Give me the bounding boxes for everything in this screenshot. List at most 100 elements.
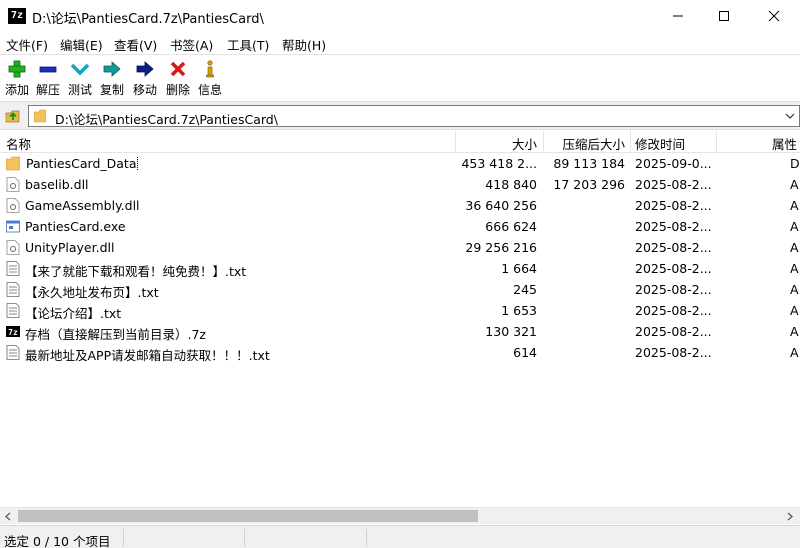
table-row[interactable]: PantiesCard_Data 453 418 2... 89 113 184…	[0, 153, 800, 174]
add-button[interactable]: 添加	[2, 57, 32, 99]
menu-bookmarks[interactable]: 书签(A)	[170, 35, 213, 54]
folder-icon	[34, 109, 46, 123]
file-size: 245	[513, 282, 537, 297]
exe-file-icon	[6, 220, 20, 233]
file-name: PantiesCard_Data	[25, 156, 455, 171]
delete-label: 删除	[165, 83, 190, 97]
file-name: UnityPlayer.dll	[25, 240, 115, 255]
test-icon	[70, 63, 90, 76]
chevron-down-icon[interactable]	[785, 112, 795, 120]
menu-edit[interactable]: 编辑(E)	[60, 35, 103, 54]
table-row[interactable]: UnityPlayer.dll 29 256 216 2025-08-2... …	[0, 237, 800, 258]
up-level-button[interactable]	[4, 107, 22, 125]
selection-status: 选定 0 / 10 个项目	[4, 534, 111, 548]
address-input[interactable]: D:\论坛\PantiesCard.7z\PantiesCard\	[28, 105, 800, 127]
file-modified: 2025-08-2...	[635, 261, 712, 276]
column-name[interactable]: 名称	[6, 134, 31, 153]
table-row[interactable]: PantiesCard.exe 666 624 2025-08-2... A	[0, 216, 800, 237]
file-size: 1 653	[501, 303, 537, 318]
table-row[interactable]: 最新地址及APP请发邮箱自动获取！！！.txt 614 2025-08-2...…	[0, 342, 800, 363]
column-packed-size[interactable]: 压缩后大小	[545, 134, 625, 153]
app-7z-icon: 7z	[8, 8, 26, 24]
file-name: 【来了就能下载和观看！纯免费！】.txt	[25, 264, 247, 279]
folder-up-icon	[5, 110, 20, 123]
table-row[interactable]: 【论坛介绍】.txt 1 653 2025-08-2... A	[0, 300, 800, 321]
window-title: D:\论坛\PantiesCard.7z\PantiesCard\	[32, 12, 264, 27]
menu-tools[interactable]: 工具(T)	[227, 35, 269, 54]
close-icon	[768, 10, 780, 22]
file-size: 614	[513, 345, 537, 360]
file-name: 存档（直接解压到当前目录）.7z	[25, 327, 206, 342]
file-attributes: A	[790, 240, 799, 255]
close-button[interactable]	[751, 0, 797, 32]
file-size: 130 321	[485, 324, 537, 339]
column-divider[interactable]	[543, 131, 544, 153]
file-modified: 2025-08-2...	[635, 345, 712, 360]
info-button[interactable]: 信息	[195, 57, 225, 99]
menu-view[interactable]: 查看(V)	[114, 35, 157, 54]
file-attributes: A	[790, 177, 799, 192]
minimize-button[interactable]	[655, 0, 701, 32]
maximize-button[interactable]	[701, 0, 747, 32]
file-name-text: PantiesCard_Data	[25, 156, 139, 171]
file-size: 453 418 2...	[461, 156, 537, 171]
file-size: 418 840	[485, 177, 537, 192]
file-modified: 2025-08-2...	[635, 303, 712, 318]
file-attributes: A	[790, 345, 799, 360]
toolbar: 添加 解压 测试 复制 移动 删除 信息	[0, 54, 800, 100]
column-size[interactable]: 大小	[455, 134, 537, 153]
menu-help[interactable]: 帮助(H)	[282, 35, 326, 54]
column-divider[interactable]	[716, 131, 717, 153]
file-size: 1 664	[501, 261, 537, 276]
extract-button[interactable]: 解压	[33, 57, 63, 99]
status-divider	[244, 529, 245, 547]
table-row[interactable]: GameAssembly.dll 36 640 256 2025-08-2...…	[0, 195, 800, 216]
scroll-right-icon[interactable]	[784, 511, 796, 522]
extract-icon	[39, 66, 57, 73]
file-name: PantiesCard.exe	[25, 219, 126, 234]
address-bar: D:\论坛\PantiesCard.7z\PantiesCard\	[0, 101, 800, 130]
text-file-icon	[6, 282, 20, 297]
copy-icon	[103, 61, 121, 77]
test-label: 测试	[67, 83, 92, 97]
address-path: D:\论坛\PantiesCard.7z\PantiesCard\	[55, 112, 278, 127]
file-list: 名称 大小 压缩后大小 修改时间 属性 PantiesCard_Data 453…	[0, 131, 800, 507]
file-attributes: A	[790, 261, 799, 276]
file-attributes: D	[790, 156, 800, 171]
add-icon	[8, 60, 26, 78]
table-row[interactable]: 【永久地址发布页】.txt 245 2025-08-2... A	[0, 279, 800, 300]
file-attributes: A	[790, 198, 799, 213]
file-size: 36 640 256	[465, 198, 537, 213]
column-attributes[interactable]: 属性	[772, 134, 797, 153]
copy-button[interactable]: 复制	[97, 57, 127, 99]
dll-file-icon	[6, 198, 20, 213]
text-file-icon	[6, 303, 20, 318]
delete-button[interactable]: 删除	[163, 57, 193, 99]
file-modified: 2025-08-2...	[635, 282, 712, 297]
delete-icon	[170, 61, 186, 77]
svg-text:7z: 7z	[8, 328, 18, 337]
scrollbar-thumb[interactable]	[18, 510, 478, 522]
folder-icon	[6, 156, 20, 171]
file-name: 【论坛介绍】.txt	[25, 306, 122, 321]
column-modified[interactable]: 修改时间	[635, 134, 685, 153]
file-name: baselib.dll	[25, 177, 89, 192]
test-button[interactable]: 测试	[65, 57, 95, 99]
menu-bar: 文件(F) 编辑(E) 查看(V) 书签(A) 工具(T) 帮助(H)	[0, 32, 800, 54]
horizontal-scrollbar[interactable]	[0, 507, 800, 524]
file-attributes: A	[790, 282, 799, 297]
table-row[interactable]: 7z 存档（直接解压到当前目录）.7z 130 321 2025-08-2...…	[0, 321, 800, 342]
menu-file[interactable]: 文件(F)	[6, 35, 48, 54]
status-divider	[123, 529, 124, 547]
move-icon	[136, 61, 154, 77]
file-attributes: A	[790, 303, 799, 318]
table-row[interactable]: baselib.dll 418 840 17 203 296 2025-08-2…	[0, 174, 800, 195]
file-attributes: A	[790, 219, 799, 234]
scroll-left-icon[interactable]	[2, 511, 14, 522]
move-button[interactable]: 移动	[130, 57, 160, 99]
file-name: 【永久地址发布页】.txt	[25, 285, 159, 300]
copy-label: 复制	[99, 83, 124, 97]
table-row[interactable]: 【来了就能下载和观看！纯免费！】.txt 1 664 2025-08-2... …	[0, 258, 800, 279]
column-header: 名称 大小 压缩后大小 修改时间 属性	[0, 131, 800, 153]
column-divider[interactable]	[630, 131, 631, 153]
